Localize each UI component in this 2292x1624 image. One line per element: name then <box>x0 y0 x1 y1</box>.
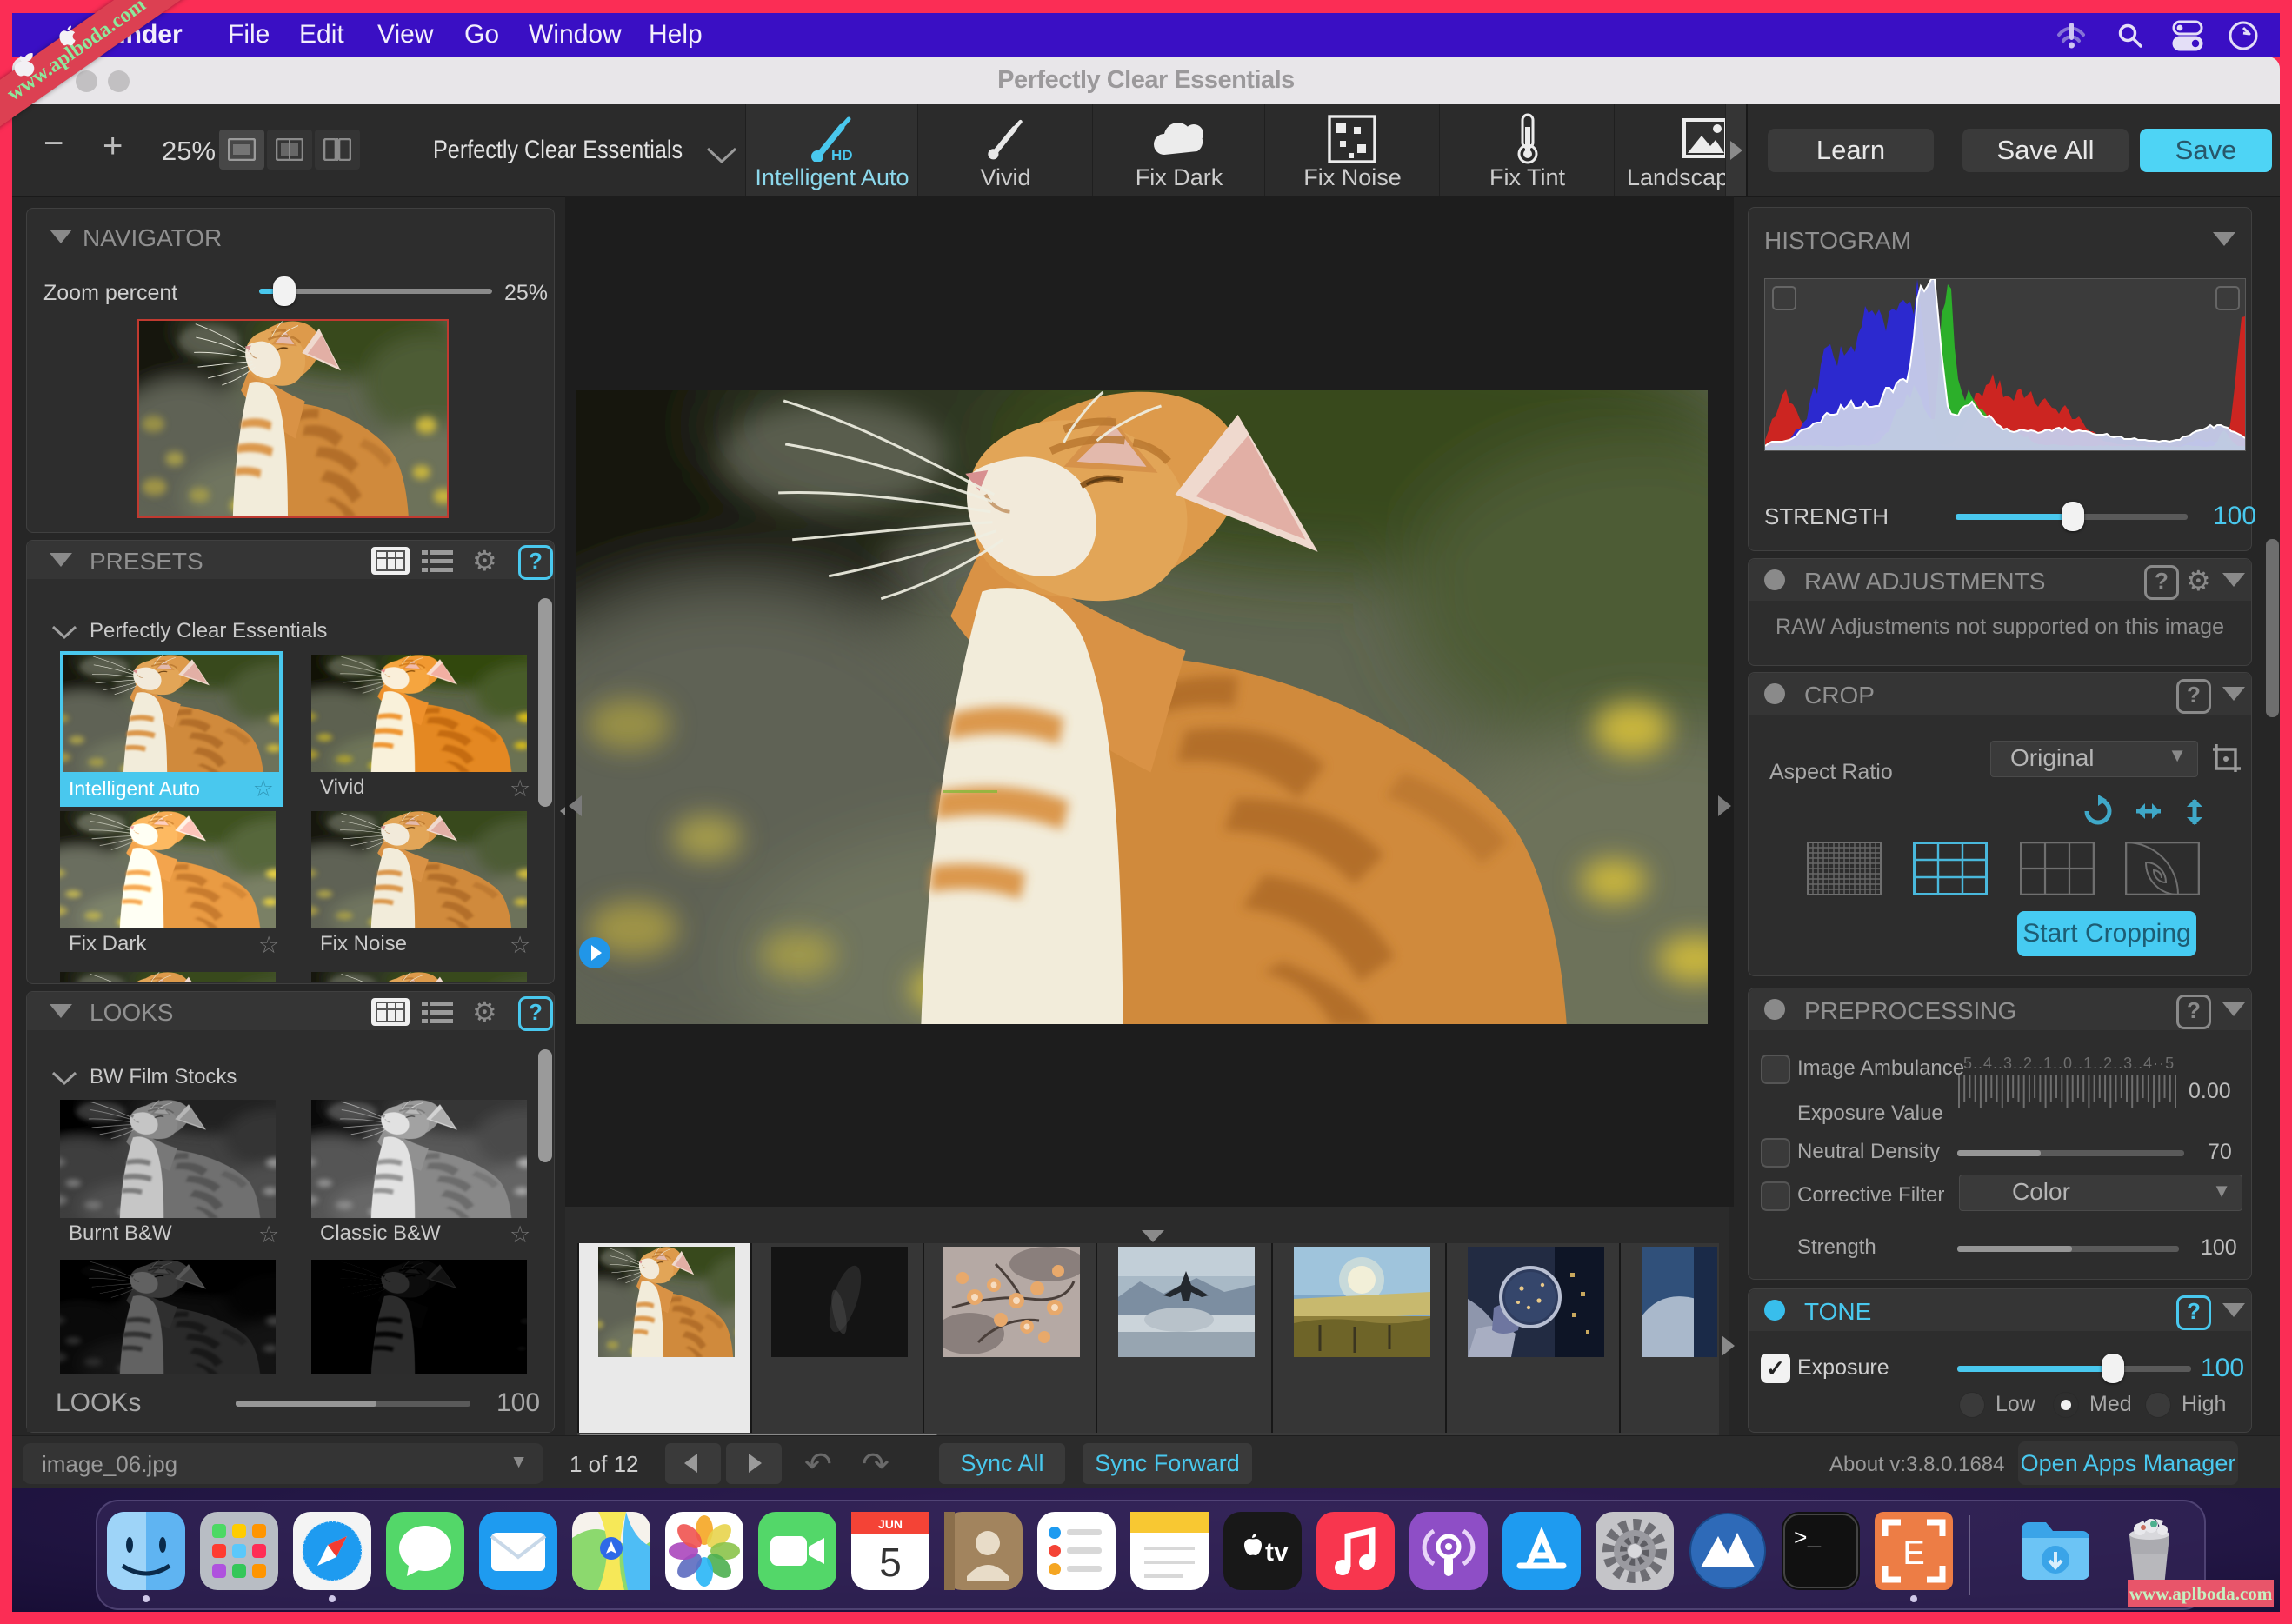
svg-text:tv: tv <box>1265 1538 1289 1567</box>
svg-text:>_: >_ <box>1794 1526 1822 1552</box>
svg-text:E: E <box>1902 1535 1924 1572</box>
svg-text:JUN: JUN <box>878 1517 903 1531</box>
svg-text:HD: HD <box>831 147 853 162</box>
svg-text:5: 5 <box>879 1540 902 1585</box>
